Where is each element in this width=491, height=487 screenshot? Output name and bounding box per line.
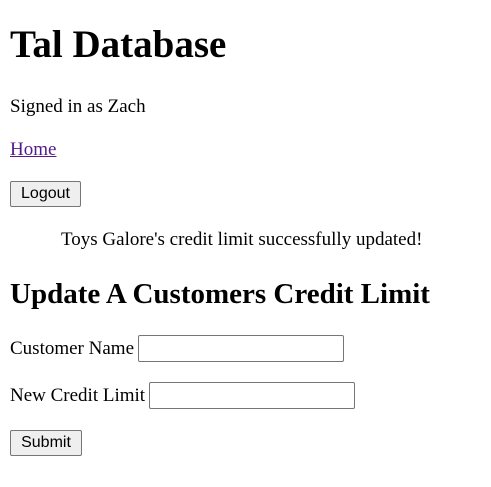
credit-limit-label: New Credit Limit [10,384,146,406]
customer-name-input[interactable] [138,335,345,362]
form-heading: Update A Customers Credit Limit [10,278,430,310]
customer-name-label: Customer Name [10,337,135,359]
home-link[interactable]: Home [10,139,56,161]
submit-button[interactable]: Submit [10,430,82,456]
customer-name-row: Customer Name [10,335,345,362]
success-message: Toys Galore's credit limit successfully … [61,229,423,250]
page-title: Tal Database [10,23,227,66]
signed-in-status: Signed in as Zach [10,96,146,117]
credit-limit-row: New Credit Limit [10,382,356,409]
credit-limit-input[interactable] [149,382,356,409]
logout-button[interactable]: Logout [10,181,81,207]
